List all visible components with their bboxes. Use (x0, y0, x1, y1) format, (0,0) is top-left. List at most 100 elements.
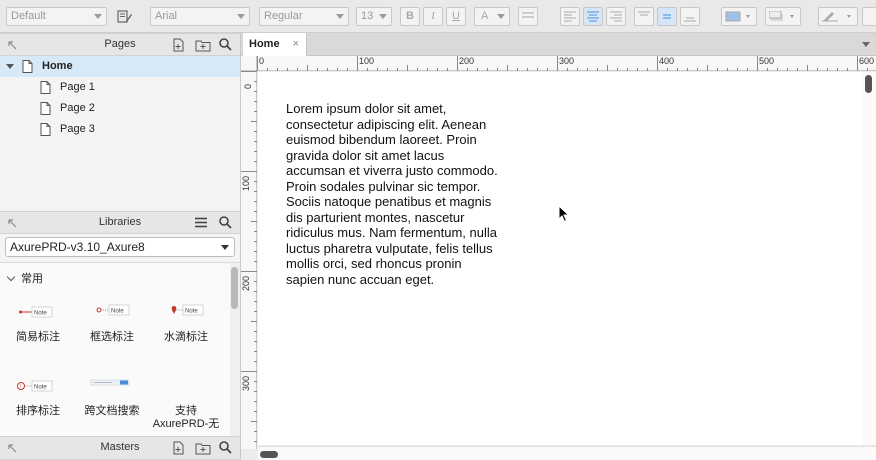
page-tree-item-page-1[interactable]: Page 1 (0, 77, 240, 98)
style-editor-icon[interactable] (114, 7, 136, 26)
font-size-value: 13 (361, 10, 374, 22)
widget-label: 排序标注 (16, 405, 60, 417)
ruler-label: 500 (759, 56, 775, 66)
widget-drop-note[interactable]: Note 水滴标注 (151, 303, 221, 344)
chevron-down-icon (237, 14, 245, 19)
support-icon (151, 377, 221, 401)
underline-button[interactable]: U (446, 7, 466, 26)
align-middle-button[interactable] (657, 7, 677, 26)
widget-label: 简易标注 (16, 331, 60, 343)
svg-text:Note: Note (34, 385, 47, 391)
tab-home[interactable]: Home × (243, 33, 307, 57)
canvas-horizontal-scrollbar[interactable] (258, 446, 876, 460)
library-scrollbar[interactable] (230, 263, 240, 436)
library-dropdown[interactable]: AxurePRD-v3.10_Axure8 (5, 237, 235, 257)
align-left-button[interactable] (560, 7, 580, 26)
left-panel: Pages Home Page 1 Page 2 Page 3 Librarie… (0, 33, 241, 460)
font-size-dropdown[interactable]: 13 (356, 7, 392, 26)
close-icon[interactable]: × (293, 33, 299, 56)
shadow-button[interactable] (765, 7, 801, 26)
add-folder-icon[interactable] (195, 38, 211, 55)
editor-tab-bar: Home × (241, 33, 876, 57)
widget-order-note[interactable]: ! Note 排序标注 (3, 377, 73, 418)
ruler-label: 400 (659, 56, 675, 66)
tab-menu-icon[interactable] (862, 42, 870, 47)
page-tree-item-page-2[interactable]: Page 2 (0, 98, 240, 119)
search-icon[interactable] (219, 38, 232, 54)
menu-icon[interactable] (195, 217, 207, 231)
style-value: Default (11, 10, 46, 22)
search-icon[interactable] (219, 216, 232, 232)
bullet-list-button[interactable] (518, 7, 538, 26)
library-group-label: 常用 (21, 273, 43, 285)
chevron-down-icon (221, 245, 229, 250)
horizontal-scrollbar-thumb[interactable] (260, 451, 278, 458)
library-group-header[interactable]: 常用 (6, 270, 43, 286)
add-page-icon[interactable] (171, 38, 185, 55)
svg-text:Note: Note (185, 309, 198, 315)
canvas-vertical-scrollbar[interactable] (862, 72, 876, 445)
italic-button[interactable]: I (423, 7, 443, 26)
svg-text:!: ! (20, 384, 21, 390)
simple-note-icon: Note (3, 303, 73, 327)
font-weight-dropdown[interactable]: Regular (259, 7, 349, 26)
ruler-label: 600 (859, 56, 875, 66)
ruler-label: 300 (559, 56, 575, 66)
ruler-label: 200 (459, 56, 475, 66)
library-scrollbar-thumb[interactable] (231, 267, 238, 309)
widget-simple-note[interactable]: Note 简易标注 (3, 303, 73, 344)
axure-window: Default Arial Regular 13 B I U A Pages H… (0, 0, 876, 460)
ruler-corner (241, 56, 257, 71)
text-color-button[interactable]: A (474, 7, 510, 26)
chevron-down-icon (94, 14, 102, 19)
widget-label: 支持 AxurePRD-无 (152, 405, 220, 430)
vertical-scrollbar-thumb[interactable] (865, 75, 872, 93)
chevron-down-icon (497, 14, 505, 19)
masters-panel-header: Masters (0, 436, 240, 460)
align-right-button[interactable] (606, 7, 626, 26)
page-tree-item-home[interactable]: Home (0, 56, 240, 77)
ruler-label: 100 (241, 175, 251, 191)
vertical-ruler: 0 100 200 300 (241, 71, 257, 449)
libraries-panel-header: Libraries (0, 211, 240, 234)
tab-label: Home (249, 38, 280, 50)
text-color-label: A (481, 10, 489, 22)
fill-color-button[interactable] (721, 7, 757, 26)
page-label: Page 2 (60, 102, 95, 114)
toolbar-overflow[interactable] (862, 7, 876, 26)
chevron-down-icon (336, 14, 344, 19)
widget-label: 跨文档搜索 (84, 405, 140, 417)
page-label: Page 1 (60, 81, 95, 93)
chevron-down-icon (6, 272, 16, 282)
library-dropdown-value: AxurePRD-v3.10_Axure8 (10, 240, 145, 254)
order-note-icon: ! Note (3, 377, 73, 401)
align-bottom-button[interactable] (680, 7, 700, 26)
font-family-value: Arial (155, 10, 178, 22)
design-canvas[interactable]: Lorem ipsum dolor sit amet, consectetur … (258, 72, 862, 445)
mouse-cursor-icon (558, 204, 570, 226)
font-weight-value: Regular (264, 10, 303, 22)
expand-icon[interactable] (6, 64, 14, 69)
font-family-dropdown[interactable]: Arial (150, 7, 250, 26)
widget-support[interactable]: 支持 AxurePRD-无 (151, 377, 221, 431)
widget-label: 框选标注 (90, 331, 134, 343)
search-icon[interactable] (219, 441, 232, 457)
line-color-button[interactable] (818, 7, 858, 26)
pages-panel-header: Pages (0, 33, 240, 56)
bold-button[interactable]: B (400, 7, 420, 26)
box-note-icon: Note (77, 303, 147, 327)
svg-text:Note: Note (111, 309, 124, 315)
page-tree-item-page-3[interactable]: Page 3 (0, 119, 240, 140)
style-dropdown[interactable]: Default (6, 7, 107, 26)
add-folder-icon[interactable] (195, 441, 211, 458)
add-master-icon[interactable] (171, 441, 185, 458)
search-bar-icon (77, 377, 147, 401)
align-center-button[interactable] (583, 7, 603, 26)
horizontal-ruler: 0 100 200 300 400 500 600 (257, 56, 876, 71)
page-label: Home (42, 60, 73, 72)
svg-text:Note: Note (34, 311, 47, 317)
align-top-button[interactable] (634, 7, 654, 26)
widget-cross-doc-search[interactable]: 跨文档搜索 (77, 377, 147, 418)
widget-box-note[interactable]: Note 框选标注 (77, 303, 147, 344)
paragraph-widget[interactable]: Lorem ipsum dolor sit amet, consectetur … (286, 101, 501, 287)
